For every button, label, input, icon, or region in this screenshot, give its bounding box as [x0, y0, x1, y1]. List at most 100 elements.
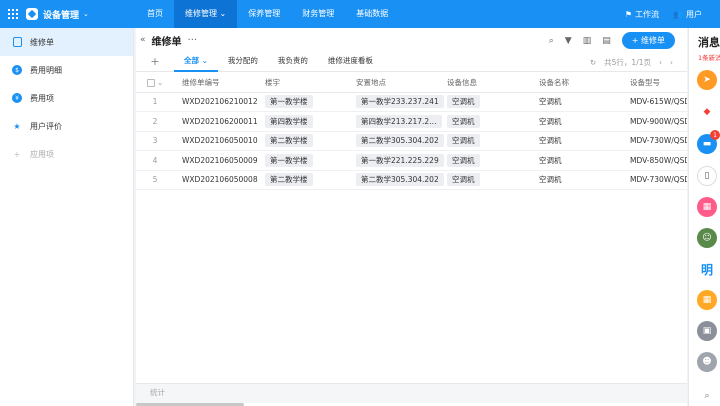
- column-header[interactable]: 设备名称: [538, 77, 629, 88]
- cell-order-id: WXD202106050008: [182, 175, 258, 185]
- table-row[interactable]: 3 WXD202106050010 第二教学楼 第二教学305.304.202 …: [136, 132, 687, 151]
- refresh-icon[interactable]: ↻: [590, 58, 596, 67]
- app-logo-icon: [26, 8, 38, 20]
- table-row[interactable]: 2 WXD202106200011 第四教学楼 第四教学213.217.2… 空…: [136, 112, 687, 132]
- filter-icon[interactable]: ▼: [565, 36, 572, 46]
- select-all-checkbox[interactable]: ⌄: [136, 78, 174, 87]
- star-icon: ★: [13, 121, 21, 131]
- group-icon[interactable]: ☻: [697, 352, 717, 372]
- briefcase-icon[interactable]: ▣: [697, 321, 717, 341]
- sidebar-item-label: 用户评价: [30, 121, 62, 131]
- sidebar-item-label: 维修单: [30, 37, 54, 47]
- column-header[interactable]: 楼宇: [265, 77, 356, 88]
- collapse-icon[interactable]: «: [140, 35, 146, 45]
- repair-order-table: ⌄ 维修单编号 楼宇 安置地点 设备信息 设备名称 设备型号 1 WXD2021…: [136, 73, 687, 190]
- table-header: ⌄ 维修单编号 楼宇 安置地点 设备信息 设备名称 设备型号: [136, 73, 687, 93]
- cell-building-tag: 第一教学楼: [265, 153, 313, 167]
- cube-icon[interactable]: ◆: [697, 102, 717, 122]
- chevron-down-icon: ⌄: [201, 55, 208, 65]
- more-icon[interactable]: ···: [188, 35, 198, 46]
- tab-assigned-by-me[interactable]: 我分配的: [218, 52, 268, 72]
- page-header: « 维修单 ···: [140, 32, 197, 48]
- sidebar-item-cost-item[interactable]: ¥ 费用项: [0, 84, 133, 112]
- workflow-icon: ⚑: [624, 9, 633, 19]
- phone-icon[interactable]: ▯: [697, 166, 717, 186]
- column-header[interactable]: 设备型号: [629, 77, 687, 88]
- nav-home[interactable]: 首页: [136, 0, 174, 28]
- sidebar-item-add-app[interactable]: + 应用项: [0, 140, 133, 168]
- nav-finance[interactable]: 财务管理: [291, 0, 345, 28]
- nav-repair-label: 维修管理: [185, 9, 217, 18]
- app-title[interactable]: 设备管理: [43, 8, 79, 21]
- nav-base-data[interactable]: 基础数据: [345, 0, 399, 28]
- row-index: 3: [152, 136, 158, 146]
- column-header[interactable]: 安置地点: [356, 77, 447, 88]
- apps-icon[interactable]: ▦: [697, 290, 717, 310]
- sidebar-item-user-review[interactable]: ★ 用户评价: [0, 112, 133, 140]
- cell-device-model: MDV-850W/QSD: [630, 155, 687, 165]
- next-page-icon[interactable]: ›: [670, 58, 673, 67]
- cell-device-name: 空调机: [539, 116, 562, 126]
- send-icon[interactable]: ➤: [697, 70, 717, 90]
- cell-order-id: WXD202106050009: [182, 155, 258, 165]
- table-footer-stats: 统计: [136, 383, 687, 403]
- tab-progress-board[interactable]: 维修进度看板: [318, 52, 383, 72]
- new-repair-order-button[interactable]: + 维修单: [621, 32, 675, 49]
- ming-icon[interactable]: 明: [697, 259, 717, 279]
- app-grid-icon[interactable]: [8, 9, 18, 19]
- message-panel: 消息 1条新消息 ➤ ◆ ▬1 ▯ ▦ ☺ 明 ▦ ▣ ☻ ⌕: [688, 28, 720, 406]
- page-title: 维修单: [151, 36, 182, 48]
- row-index: 1: [152, 97, 158, 107]
- cell-building-tag: 第四教学楼: [265, 114, 313, 128]
- message-panel-subtitle: 1条新消息: [698, 54, 720, 62]
- nav-repair-management[interactable]: 维修管理 ⌄: [174, 0, 238, 28]
- top-right-actions: ⚑ 工作流 👥 用户: [625, 0, 702, 28]
- add-view-icon[interactable]: +: [136, 55, 174, 68]
- message-panel-title: 消息: [698, 36, 720, 49]
- sidebar-item-cost-detail[interactable]: $ 费用明细: [0, 56, 133, 84]
- cell-location-tag: 第一教学233.237.241: [356, 95, 444, 109]
- pager: ↻ 共5行，1/1页 ‹ ›: [590, 52, 673, 72]
- chevron-down-icon: ⌄: [219, 9, 227, 18]
- cell-building-tag: 第一教学楼: [265, 95, 313, 109]
- table-row[interactable]: 5 WXD202106050008 第二教学楼 第二教学305.304.202 …: [136, 171, 687, 190]
- cell-location-tag: 第四教学213.217.2…: [356, 114, 442, 128]
- table-row[interactable]: 4 WXD202106050009 第一教学楼 第一教学221.225.229 …: [136, 151, 687, 171]
- nav-maintenance[interactable]: 保养管理: [237, 0, 291, 28]
- prev-page-icon[interactable]: ‹: [659, 58, 662, 67]
- cell-device-name: 空调机: [539, 155, 562, 165]
- workflow-button[interactable]: ⚑ 工作流: [625, 9, 659, 20]
- tab-all[interactable]: 全部 ⌄: [174, 52, 218, 72]
- column-header[interactable]: 设备信息: [447, 77, 538, 88]
- toolbar: ⌕ ▼ ▥ ▤ + 维修单: [549, 32, 675, 49]
- cell-location-tag: 第一教学221.225.229: [356, 153, 444, 167]
- tab-my-responsibility[interactable]: 我负责的: [268, 52, 318, 72]
- cell-order-id: WXD202106050010: [182, 136, 258, 146]
- table-row[interactable]: 1 WXD202106210012 第一教学楼 第一教学233.237.241 …: [136, 93, 687, 112]
- chat-icon[interactable]: ▬ 1: [697, 130, 720, 154]
- chart-icon[interactable]: ▥: [583, 36, 592, 46]
- sidebar: 维修单 $ 费用明细 ¥ 费用项 ★ 用户评价 + 应用项: [0, 28, 134, 406]
- calendar-icon[interactable]: ▦: [697, 197, 717, 217]
- column-header[interactable]: 维修单编号: [174, 77, 265, 88]
- comment-icon[interactable]: ▤: [602, 36, 611, 46]
- chevron-down-icon[interactable]: ⌄: [83, 10, 89, 18]
- search-icon[interactable]: ⌕: [549, 36, 554, 46]
- unread-badge: 1: [710, 130, 720, 140]
- user-label: 用户: [686, 9, 702, 19]
- cell-device-name: 空调机: [539, 136, 562, 146]
- avatar[interactable]: ☺: [697, 228, 717, 248]
- cell-order-id: WXD202106200011: [182, 116, 258, 126]
- dollar-icon: $: [12, 65, 22, 75]
- cell-building-tag: 第二教学楼: [265, 134, 313, 148]
- row-index: 4: [152, 155, 158, 165]
- sidebar-item-repair-order[interactable]: 维修单: [0, 28, 133, 56]
- search-icon[interactable]: ⌕: [697, 386, 717, 406]
- cell-device-info-tag: 空调机: [447, 95, 480, 109]
- tab-all-label: 全部: [184, 55, 199, 65]
- cell-device-model: MDV-730W/QSD: [630, 175, 687, 185]
- cell-device-model: MDV-615W/QSD: [630, 97, 687, 107]
- cell-order-id: WXD202106210012: [182, 97, 258, 107]
- cell-building-tag: 第二教学楼: [265, 173, 313, 187]
- user-button[interactable]: 👥 用户: [673, 9, 702, 20]
